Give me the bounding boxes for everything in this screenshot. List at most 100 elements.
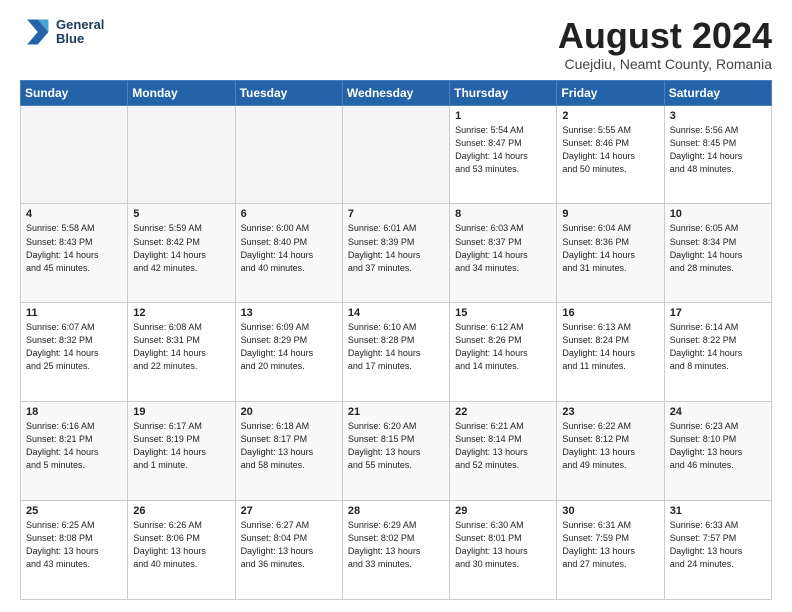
day-info: Sunrise: 6:33 AM Sunset: 7:57 PM Dayligh… [670, 519, 766, 571]
logo-icon [20, 16, 52, 48]
day-info: Sunrise: 6:31 AM Sunset: 7:59 PM Dayligh… [562, 519, 658, 571]
day-number: 29 [455, 505, 551, 517]
day-info: Sunrise: 6:00 AM Sunset: 8:40 PM Dayligh… [241, 222, 337, 274]
calendar-cell: 31 Sunrise: 6:33 AM Sunset: 7:57 PM Dayli… [664, 501, 771, 600]
logo-line1: General [56, 18, 104, 32]
day-number: 5 [133, 208, 229, 220]
day-number: 14 [348, 307, 444, 319]
day-info: Sunrise: 5:59 AM Sunset: 8:42 PM Dayligh… [133, 222, 229, 274]
header: General Blue August 2024 Cuejdiu, Neamt … [20, 16, 772, 72]
day-number: 27 [241, 505, 337, 517]
day-number: 15 [455, 307, 551, 319]
calendar-cell: 2 Sunrise: 5:55 AM Sunset: 8:46 PM Daylig… [557, 105, 664, 204]
day-info: Sunrise: 6:20 AM Sunset: 8:15 PM Dayligh… [348, 420, 444, 472]
day-info: Sunrise: 6:27 AM Sunset: 8:04 PM Dayligh… [241, 519, 337, 571]
calendar-cell: 11 Sunrise: 6:07 AM Sunset: 8:32 PM Dayli… [21, 303, 128, 402]
calendar-cell: 23Sunrise: 6:22 AM Sunset: 8:12 PM Dayli… [557, 402, 664, 501]
calendar-cell: 3 Sunrise: 5:56 AM Sunset: 8:45 PM Daylig… [664, 105, 771, 204]
week-row-5: 25Sunrise: 6:25 AM Sunset: 8:08 PM Dayli… [21, 501, 772, 600]
calendar-cell: 15 Sunrise: 6:12 AM Sunset: 8:26 PM Dayli… [450, 303, 557, 402]
calendar-cell: 24Sunrise: 6:23 AM Sunset: 8:10 PM Dayli… [664, 402, 771, 501]
day-number: 6 [241, 208, 337, 220]
weekday-header-row: SundayMondayTuesdayWednesdayThursdayFrid… [21, 80, 772, 105]
day-number: 13 [241, 307, 337, 319]
day-number: 10 [670, 208, 766, 220]
logo: General Blue [20, 16, 104, 48]
day-info: Sunrise: 6:05 AM Sunset: 8:34 PM Dayligh… [670, 222, 766, 274]
calendar-cell: 12 Sunrise: 6:08 AM Sunset: 8:31 PM Dayli… [128, 303, 235, 402]
day-number: 19 [133, 406, 229, 418]
day-number: 2 [562, 110, 658, 122]
calendar-cell: 16 Sunrise: 6:13 AM Sunset: 8:24 PM Dayli… [557, 303, 664, 402]
month-title: August 2024 [558, 16, 772, 56]
weekday-header-saturday: Saturday [664, 80, 771, 105]
day-number: 31 [670, 505, 766, 517]
calendar-cell: 1 Sunrise: 5:54 AM Sunset: 8:47 PM Daylig… [450, 105, 557, 204]
calendar-cell: 18Sunrise: 6:16 AM Sunset: 8:21 PM Dayli… [21, 402, 128, 501]
day-info: Sunrise: 6:08 AM Sunset: 8:31 PM Dayligh… [133, 321, 229, 373]
calendar-cell: 9Sunrise: 6:04 AM Sunset: 8:36 PM Daylig… [557, 204, 664, 303]
day-info: Sunrise: 6:01 AM Sunset: 8:39 PM Dayligh… [348, 222, 444, 274]
day-info: Sunrise: 6:23 AM Sunset: 8:10 PM Dayligh… [670, 420, 766, 472]
calendar-cell [21, 105, 128, 204]
day-info: Sunrise: 6:07 AM Sunset: 8:32 PM Dayligh… [26, 321, 122, 373]
day-info: Sunrise: 6:26 AM Sunset: 8:06 PM Dayligh… [133, 519, 229, 571]
calendar-cell: 20 Sunrise: 6:18 AM Sunset: 8:17 PM Dayli… [235, 402, 342, 501]
day-info: Sunrise: 5:54 AM Sunset: 8:47 PM Dayligh… [455, 124, 551, 176]
title-block: August 2024 Cuejdiu, Neamt County, Roman… [558, 16, 772, 72]
week-row-2: 4 Sunrise: 5:58 AM Sunset: 8:43 PM Daylig… [21, 204, 772, 303]
calendar-cell: 5 Sunrise: 5:59 AM Sunset: 8:42 PM Daylig… [128, 204, 235, 303]
page: General Blue August 2024 Cuejdiu, Neamt … [0, 0, 792, 612]
week-row-1: 1 Sunrise: 5:54 AM Sunset: 8:47 PM Daylig… [21, 105, 772, 204]
day-info: Sunrise: 6:22 AM Sunset: 8:12 PM Dayligh… [562, 420, 658, 472]
logo-line2: Blue [56, 32, 104, 46]
day-info: Sunrise: 6:30 AM Sunset: 8:01 PM Dayligh… [455, 519, 551, 571]
day-number: 25 [26, 505, 122, 517]
day-info: Sunrise: 6:12 AM Sunset: 8:26 PM Dayligh… [455, 321, 551, 373]
calendar-cell: 30 Sunrise: 6:31 AM Sunset: 7:59 PM Dayli… [557, 501, 664, 600]
calendar-cell: 19Sunrise: 6:17 AM Sunset: 8:19 PM Dayli… [128, 402, 235, 501]
day-info: Sunrise: 6:09 AM Sunset: 8:29 PM Dayligh… [241, 321, 337, 373]
calendar-cell: 4 Sunrise: 5:58 AM Sunset: 8:43 PM Daylig… [21, 204, 128, 303]
day-number: 22 [455, 406, 551, 418]
calendar-cell: 25Sunrise: 6:25 AM Sunset: 8:08 PM Dayli… [21, 501, 128, 600]
day-number: 16 [562, 307, 658, 319]
calendar-cell: 29 Sunrise: 6:30 AM Sunset: 8:01 PM Dayli… [450, 501, 557, 600]
calendar-table: SundayMondayTuesdayWednesdayThursdayFrid… [20, 80, 772, 600]
calendar-cell [235, 105, 342, 204]
calendar-cell: 26 Sunrise: 6:26 AM Sunset: 8:06 PM Dayli… [128, 501, 235, 600]
day-number: 30 [562, 505, 658, 517]
day-number: 3 [670, 110, 766, 122]
day-number: 7 [348, 208, 444, 220]
day-info: Sunrise: 6:13 AM Sunset: 8:24 PM Dayligh… [562, 321, 658, 373]
day-number: 20 [241, 406, 337, 418]
weekday-header-tuesday: Tuesday [235, 80, 342, 105]
logo-text: General Blue [56, 18, 104, 47]
day-info: Sunrise: 5:58 AM Sunset: 8:43 PM Dayligh… [26, 222, 122, 274]
day-number: 21 [348, 406, 444, 418]
day-number: 1 [455, 110, 551, 122]
day-info: Sunrise: 5:56 AM Sunset: 8:45 PM Dayligh… [670, 124, 766, 176]
day-number: 4 [26, 208, 122, 220]
day-number: 26 [133, 505, 229, 517]
day-info: Sunrise: 6:14 AM Sunset: 8:22 PM Dayligh… [670, 321, 766, 373]
calendar-cell [342, 105, 449, 204]
day-info: Sunrise: 6:21 AM Sunset: 8:14 PM Dayligh… [455, 420, 551, 472]
week-row-3: 11 Sunrise: 6:07 AM Sunset: 8:32 PM Dayli… [21, 303, 772, 402]
calendar-cell: 10 Sunrise: 6:05 AM Sunset: 8:34 PM Dayli… [664, 204, 771, 303]
calendar-cell: 8Sunrise: 6:03 AM Sunset: 8:37 PM Daylig… [450, 204, 557, 303]
day-number: 17 [670, 307, 766, 319]
calendar-cell: 6 Sunrise: 6:00 AM Sunset: 8:40 PM Daylig… [235, 204, 342, 303]
day-info: Sunrise: 6:29 AM Sunset: 8:02 PM Dayligh… [348, 519, 444, 571]
day-number: 11 [26, 307, 122, 319]
day-info: Sunrise: 6:03 AM Sunset: 8:37 PM Dayligh… [455, 222, 551, 274]
day-number: 12 [133, 307, 229, 319]
day-info: Sunrise: 5:55 AM Sunset: 8:46 PM Dayligh… [562, 124, 658, 176]
weekday-header-friday: Friday [557, 80, 664, 105]
weekday-header-monday: Monday [128, 80, 235, 105]
weekday-header-sunday: Sunday [21, 80, 128, 105]
day-info: Sunrise: 6:18 AM Sunset: 8:17 PM Dayligh… [241, 420, 337, 472]
day-info: Sunrise: 6:10 AM Sunset: 8:28 PM Dayligh… [348, 321, 444, 373]
calendar-cell: 21 Sunrise: 6:20 AM Sunset: 8:15 PM Dayli… [342, 402, 449, 501]
calendar-cell: 28Sunrise: 6:29 AM Sunset: 8:02 PM Dayli… [342, 501, 449, 600]
